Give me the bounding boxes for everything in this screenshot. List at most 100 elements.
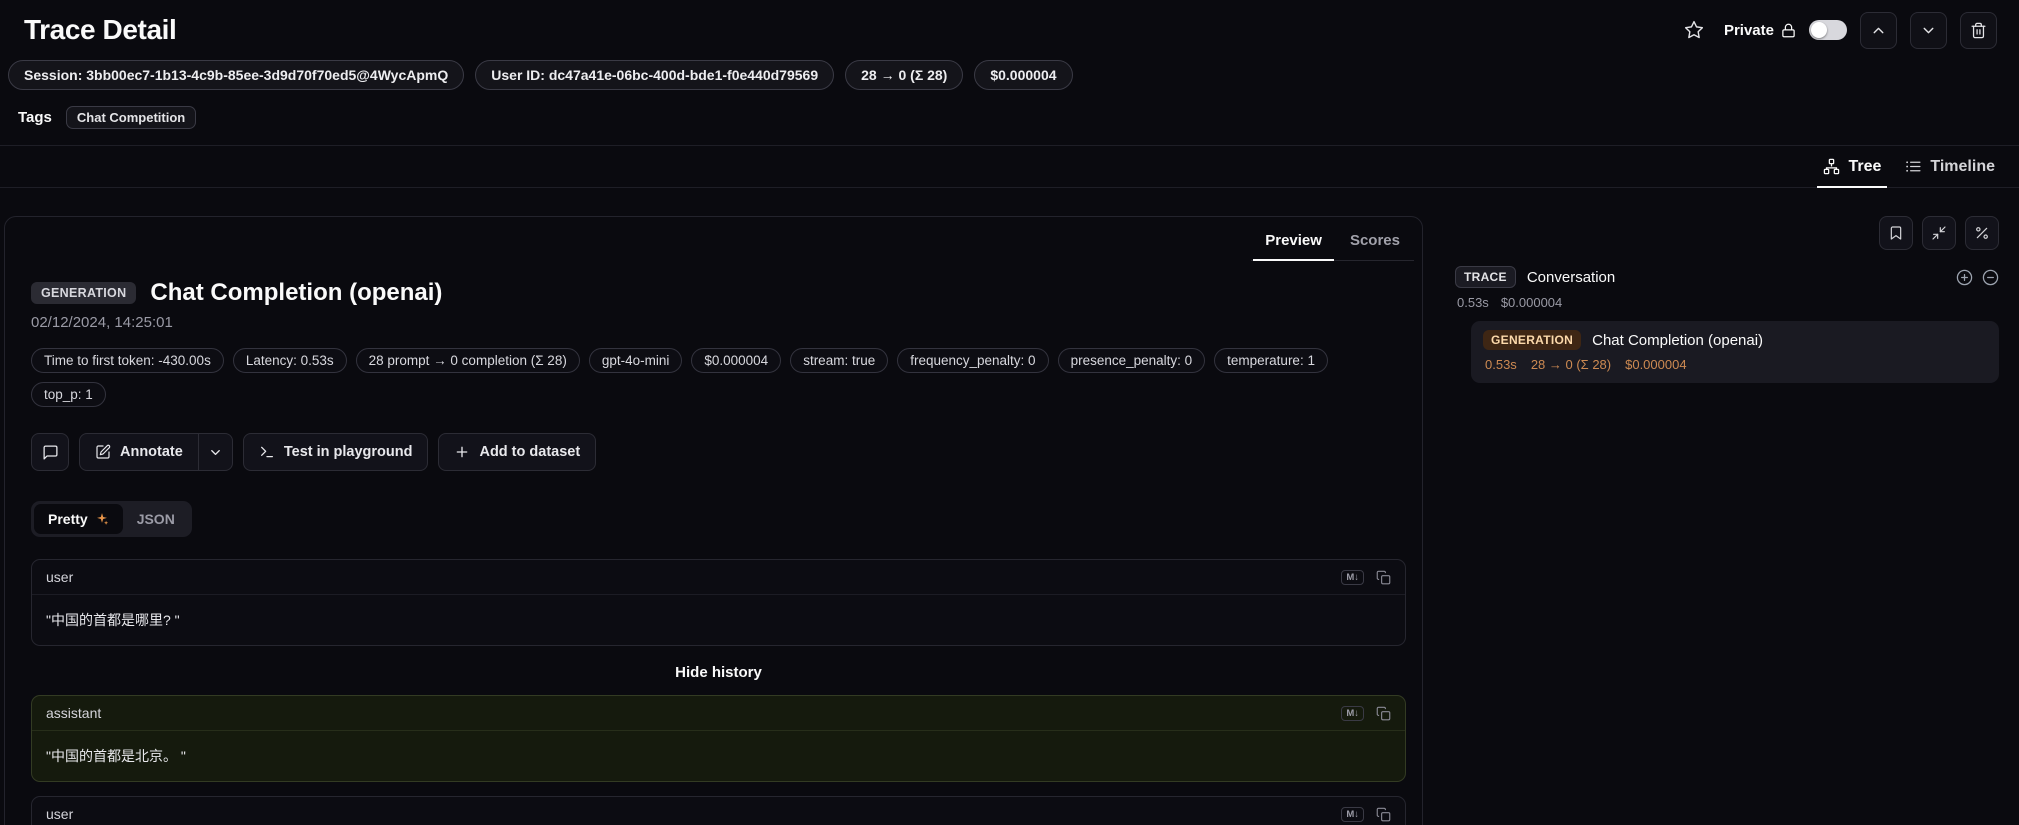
privacy-toggle[interactable] bbox=[1809, 20, 1847, 40]
messages-list: user M↓ "中国的首都是哪里? " bbox=[31, 559, 1406, 825]
trace-root-row[interactable]: TRACE Conversation bbox=[1455, 266, 1999, 288]
cost-badge: $0.000004 bbox=[974, 60, 1072, 90]
hide-history-button[interactable]: Hide history bbox=[31, 660, 1406, 681]
tab-scores[interactable]: Scores bbox=[1336, 223, 1414, 260]
trace-latency: 0.53s bbox=[1457, 295, 1489, 310]
node-row: GENERATION Chat Completion (openai) bbox=[1483, 330, 1987, 350]
test-in-playground-button[interactable]: Test in playground bbox=[243, 433, 429, 471]
star-button[interactable] bbox=[1677, 13, 1711, 47]
message-role: user bbox=[46, 569, 73, 585]
chevron-down-icon bbox=[208, 445, 223, 460]
tab-tree-label: Tree bbox=[1848, 158, 1881, 176]
message-assistant-1: assistant M↓ "中国的首都是北京。 " bbox=[31, 695, 1406, 782]
copy-button[interactable] bbox=[1376, 706, 1391, 721]
message-tools: M↓ bbox=[1341, 706, 1391, 721]
user-id-badge[interactable]: User ID: dc47a41e-06bc-400d-bde1-f0e440d… bbox=[475, 60, 834, 90]
message-content: "中国的首都是北京。 " bbox=[32, 731, 1405, 781]
message-header: user M↓ bbox=[32, 797, 1405, 825]
plus-icon bbox=[454, 444, 470, 460]
collapse-icon bbox=[1931, 225, 1947, 241]
bookmark-button[interactable] bbox=[1879, 216, 1913, 250]
copy-icon bbox=[1376, 807, 1391, 822]
bookmark-icon bbox=[1888, 225, 1904, 241]
annotate-button[interactable]: Annotate bbox=[79, 433, 199, 471]
observation-body: GENERATION Chat Completion (openai) 02/1… bbox=[5, 261, 1422, 825]
session-badge[interactable]: Session: 3bb00ec7-1b13-4c9b-85ee-3d9d70f… bbox=[8, 60, 464, 90]
trace-metrics: 0.53s $0.000004 bbox=[1455, 295, 1999, 310]
message-user-1: user M↓ "中国的首都是哪里? " bbox=[31, 559, 1406, 646]
tab-timeline-label: Timeline bbox=[1930, 158, 1995, 176]
next-trace-button[interactable] bbox=[1910, 12, 1947, 49]
attribute-pill: frequency_penalty: 0 bbox=[897, 348, 1048, 373]
observation-actions: Annotate Test in playground bbox=[31, 433, 1396, 471]
copy-button[interactable] bbox=[1376, 807, 1391, 822]
tag-badge[interactable]: Chat Competition bbox=[66, 106, 196, 129]
attribute-pill: gpt-4o-mini bbox=[589, 348, 683, 373]
observation-tabs: Preview Scores bbox=[1251, 223, 1414, 261]
chevron-up-icon bbox=[1870, 22, 1887, 39]
delete-trace-button[interactable] bbox=[1960, 12, 1997, 49]
attribute-pill: $0.000004 bbox=[691, 348, 781, 373]
sparkles-icon bbox=[95, 512, 109, 526]
metrics-toggle-button[interactable] bbox=[1965, 216, 1999, 250]
tags-row: Tags Chat Competition bbox=[0, 102, 2019, 146]
page-title: Trace Detail bbox=[24, 14, 176, 46]
comment-button[interactable] bbox=[31, 433, 69, 471]
markdown-toggle-button[interactable]: M↓ bbox=[1341, 807, 1364, 822]
trace-title: Conversation bbox=[1527, 269, 1615, 286]
playground-label: Test in playground bbox=[284, 444, 413, 460]
previous-trace-button[interactable] bbox=[1860, 12, 1897, 49]
trace-meta-row: Session: 3bb00ec7-1b13-4c9b-85ee-3d9d70f… bbox=[0, 54, 2019, 102]
attribute-pill: Time to first token: -430.00s bbox=[31, 348, 224, 373]
comment-icon bbox=[42, 444, 59, 461]
node-title: Chat Completion (openai) bbox=[1592, 332, 1763, 349]
annotate-dropdown-button[interactable] bbox=[199, 433, 233, 471]
token-usage-badge: 28 → 0 (Σ 28) bbox=[845, 60, 963, 90]
attribute-pill: top_p: 1 bbox=[31, 382, 106, 407]
expand-all-button[interactable] bbox=[1956, 269, 1973, 286]
percent-icon bbox=[1974, 225, 1990, 241]
copy-icon bbox=[1376, 570, 1391, 585]
add-to-dataset-button[interactable]: Add to dataset bbox=[438, 433, 596, 471]
markdown-toggle-button[interactable]: M↓ bbox=[1341, 706, 1364, 721]
copy-icon bbox=[1376, 706, 1391, 721]
observation-attributes: Time to first token: -430.00s Latency: 0… bbox=[31, 348, 1376, 407]
privacy-status: Private bbox=[1724, 22, 1796, 39]
view-tabs: Tree Timeline bbox=[0, 146, 2019, 188]
copy-button[interactable] bbox=[1376, 570, 1391, 585]
markdown-toggle-button[interactable]: M↓ bbox=[1341, 570, 1364, 585]
trace-tree-panel: TRACE Conversation bbox=[1455, 216, 2009, 825]
tab-preview[interactable]: Preview bbox=[1251, 223, 1336, 260]
tab-tree[interactable]: Tree bbox=[1811, 146, 1893, 187]
content-area: Preview Scores GENERATION Chat Completio… bbox=[0, 188, 2019, 825]
format-json-button[interactable]: JSON bbox=[123, 504, 189, 534]
node-tokens: 28 → 0 (Σ 28) bbox=[1531, 357, 1611, 372]
page-header: Trace Detail Private bbox=[0, 0, 2019, 54]
tree-expand-controls bbox=[1956, 269, 1999, 286]
node-metrics: 0.53s 28 → 0 (Σ 28) $0.000004 bbox=[1483, 357, 1987, 372]
terminal-icon bbox=[259, 444, 275, 460]
format-pretty-button[interactable]: Pretty bbox=[34, 504, 123, 534]
trash-icon bbox=[1970, 22, 1987, 39]
generation-type-badge: GENERATION bbox=[1483, 330, 1581, 350]
chevron-down-icon bbox=[1920, 22, 1937, 39]
tab-timeline[interactable]: Timeline bbox=[1893, 146, 2007, 187]
annotate-split-button: Annotate bbox=[79, 433, 233, 471]
minus-circle-icon bbox=[1982, 269, 1999, 286]
tree-icon bbox=[1823, 158, 1840, 175]
message-header: assistant M↓ bbox=[32, 696, 1405, 731]
trace-cost: $0.000004 bbox=[1501, 295, 1562, 310]
tree-body: TRACE Conversation bbox=[1455, 266, 1999, 383]
header-actions: Private bbox=[1677, 12, 1997, 49]
observation-header: GENERATION Chat Completion (openai) bbox=[31, 279, 1396, 307]
observation-timestamp: 02/12/2024, 14:25:01 bbox=[31, 314, 1396, 331]
attribute-pill: Latency: 0.53s bbox=[233, 348, 347, 373]
tags-label: Tags bbox=[18, 109, 52, 126]
tree-node-generation[interactable]: GENERATION Chat Completion (openai) 0.53… bbox=[1471, 321, 1999, 383]
collapse-all-button[interactable] bbox=[1922, 216, 1956, 250]
attribute-pill: presence_penalty: 0 bbox=[1058, 348, 1206, 373]
collapse-tree-button[interactable] bbox=[1982, 269, 1999, 286]
star-icon bbox=[1684, 20, 1704, 40]
message-user-2: user M↓ "谢谢" bbox=[31, 796, 1406, 825]
message-content: "中国的首都是哪里? " bbox=[32, 595, 1405, 645]
